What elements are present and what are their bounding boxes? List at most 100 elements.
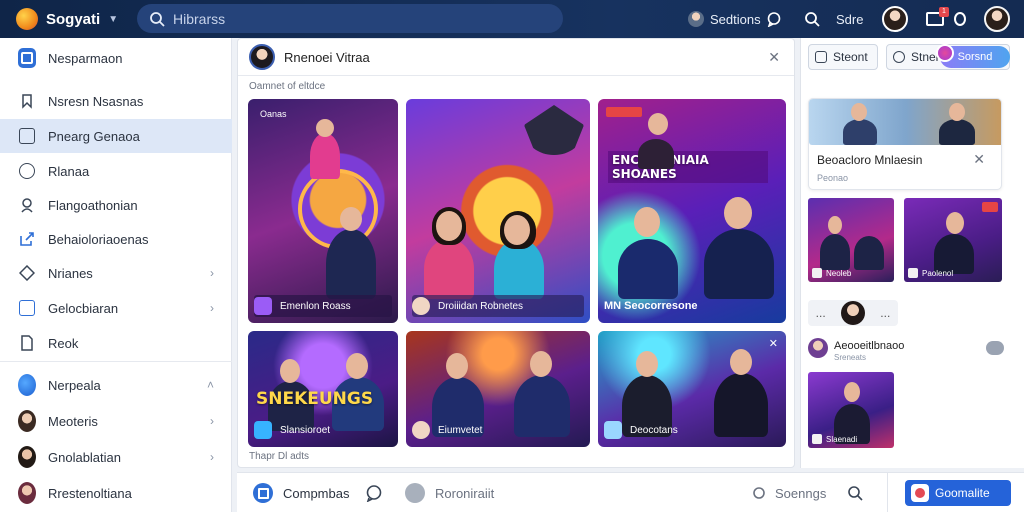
chevron-right-icon[interactable]: › [210,266,214,280]
close-icon[interactable]: ✕ [768,49,780,66]
brand-logo-icon[interactable] [16,8,38,30]
sectors-link[interactable]: Sedtions [688,0,761,38]
sidebar-item-contact-1[interactable]: Nerpeala ˄ [0,368,232,402]
reminder-label: Roroniraiit [435,485,495,501]
sidebar-item-contact-3[interactable]: Gnolablatian › [0,440,232,474]
status-button[interactable] [954,0,966,38]
avatar[interactable] [249,44,275,70]
performer-head [446,353,468,379]
comment-button[interactable] [365,473,383,512]
media-card[interactable]: Droiiidan Robnetes [406,99,590,323]
sidebar-item-home[interactable]: Nesparmaon [0,41,232,75]
search-button[interactable] [847,473,863,512]
store-link[interactable]: Sdre [836,0,863,38]
chevron-right-icon[interactable]: › [210,414,214,428]
ring-icon [893,51,905,63]
chat-button[interactable] [766,0,782,38]
media-card[interactable]: ✕ Deocotans [598,331,786,447]
comment-icon [366,485,382,502]
start-button[interactable]: Steont [808,44,878,70]
mini-caption: Paolenol [908,268,953,278]
media-card[interactable]: Eiumvetet [406,331,590,447]
avatar[interactable] [808,338,828,358]
checkbox-icon [18,299,36,317]
search-input[interactable] [173,10,553,27]
card-caption: MN Seocorresone [604,295,780,317]
mini-caption-text: Neoleb [826,268,852,278]
media-card[interactable]: SNEKEUNGS Slansioroet [248,331,398,447]
share-button[interactable]: Goomalite [905,480,1011,506]
performer-head [844,382,860,402]
send-pill[interactable]: Sorsnd [936,44,1010,68]
sidebar-item-book[interactable]: Reok [0,326,232,360]
search-icon [848,486,863,501]
sidebar-item-globe[interactable]: Rlanaa [0,154,232,188]
panel-footer-note: Thapr Dl adts [249,451,310,462]
star-decor [524,105,584,155]
user-avatar[interactable] [984,0,1010,38]
performer-figure [618,239,678,299]
sidebar-item-groups[interactable]: Nrianes › [0,256,232,290]
sidebar-item-active[interactable]: Pnearg Genaoa [0,119,232,153]
sidebar-item-people[interactable]: Flangoathonian [0,188,232,222]
sidebar-item-label: Gnolablatian [48,449,121,465]
chevron-up-icon[interactable]: ˄ [207,378,214,392]
mini-caption: Neoleb [812,268,851,278]
panel-subtitle: Oamnet of eltdce [249,81,326,92]
performer-head [648,113,668,135]
card-caption: Slansioroet [254,419,392,441]
comment-author[interactable]: Aeooeitlbnaoo [834,340,904,352]
sidebar-item-saved[interactable]: Nsresn Nsasnas [0,84,232,118]
performer-figure [704,229,774,299]
mini-video-thumbnail[interactable]: Neoleb [808,198,894,282]
compose-button[interactable]: Compmbas [253,473,349,512]
sidebar-item-share[interactable]: Behaioloriaoenas [0,222,232,256]
speaker-figure [843,119,877,145]
close-icon[interactable]: ✕ [973,151,985,168]
ring-icon [954,12,966,26]
brand-name[interactable]: Sogyati [46,11,100,28]
card-banner: ENCEOIANIAIA SHOANES [608,151,768,183]
chevron-right-icon[interactable]: › [210,450,214,464]
card-caption: Deocotans [604,419,780,441]
reaction-icon[interactable] [986,341,1004,355]
search-button[interactable] [804,0,820,38]
share-button-label: Goomalite [935,486,990,500]
chevron-right-icon[interactable]: › [210,301,214,315]
app-icon [812,434,822,444]
performer-head [828,216,842,234]
avatar [984,6,1010,32]
search-icon [805,12,820,27]
sidebar-item-label: Nrianes [48,265,93,281]
search-bar[interactable] [137,4,563,33]
performer-head [946,212,964,234]
chevron-down-icon[interactable]: ▼ [108,14,118,25]
speaker-head [851,103,867,121]
close-icon[interactable]: ✕ [769,337,778,350]
sidebar-item-contact-2[interactable]: Meoteris › [0,404,232,438]
preview-subtitle: Peonao [817,173,849,183]
sidebar-item-collections[interactable]: Gelocbiaran › [0,291,232,325]
profile-avatar[interactable] [882,0,908,38]
card-caption-text: Droiiidan Robnetes [438,300,524,312]
diamond-icon [18,264,36,282]
card-app-icon [412,421,430,439]
performer-figure [854,236,884,270]
media-card[interactable]: Oanas Emenlon Roass [248,99,398,323]
mini-video-thumbnail[interactable]: Paolenol [904,198,1002,282]
media-card[interactable]: ENCEOIANIAIA SHOANES MN Seocorresone [598,99,786,323]
typing-dots: ... [815,306,826,320]
settings-button[interactable]: Soenngs [751,473,826,512]
video-preview-card[interactable]: Beoacloro Mnlaesin ✕ Peonao [808,98,1002,190]
sidebar-item-contact-4[interactable]: Rrestenoltiana [0,476,232,510]
mini-video-thumbnail[interactable]: Slaenadi [808,372,894,448]
reminder-button[interactable]: Roroniraiit [405,473,494,512]
sidebar-item-label: Nerpeala [48,377,101,393]
video-thumbnail [809,99,1001,145]
bookmark-icon [18,92,36,110]
notifications-button[interactable]: 1 [926,0,949,38]
store-label: Sdre [836,11,864,27]
card-badge: Oanas [260,109,287,119]
performer-head [636,351,658,377]
performer-head [436,211,462,241]
